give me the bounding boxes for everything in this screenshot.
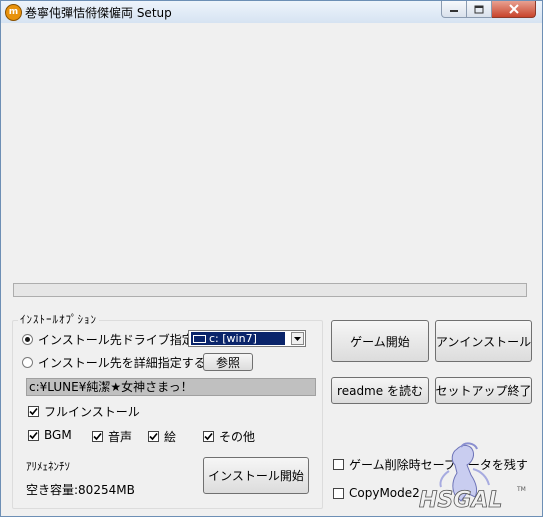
full-install-label: フルインストール xyxy=(44,405,140,419)
full-install-checkbox[interactable] xyxy=(28,406,39,417)
component-voice[interactable]: 音声 xyxy=(92,428,132,445)
copymode-checkbox[interactable] xyxy=(333,487,344,499)
other-checkbox[interactable] xyxy=(203,431,214,442)
logo-text: HSGAL xyxy=(419,488,502,513)
picture-checkbox[interactable] xyxy=(148,431,159,442)
component-picture[interactable]: 絵 xyxy=(148,428,176,445)
exit-setup-button[interactable]: セットアップ終了 xyxy=(435,377,532,404)
close-icon xyxy=(508,4,519,14)
bgm-checkbox[interactable] xyxy=(28,429,39,441)
radio-detail-row[interactable]: インストール先を詳細指定する xyxy=(22,354,206,371)
check-icon xyxy=(93,432,102,441)
component-other[interactable]: その他 xyxy=(203,428,255,445)
radio-detail-label: インストール先を詳細指定する xyxy=(38,356,206,370)
dropdown-arrow-button[interactable] xyxy=(291,332,304,345)
free-space-text: 空き容量:80254MB xyxy=(26,483,135,497)
title-bar[interactable]: m 巻寧伅彈恄偫傑僱両 Setup xyxy=(1,1,542,23)
check-icon xyxy=(204,432,213,441)
install-start-button[interactable]: インストール開始 xyxy=(203,457,309,494)
group-label: ｲﾝｽﾄｰﾙｵﾌﾟｼｮﾝ xyxy=(18,311,99,327)
check-icon xyxy=(29,407,38,416)
setup-window: m 巻寧伅彈恄偫傑僱両 Setup ｲﾝｽﾄｰﾙｵﾌﾟｼｮﾝ インストール先ドラ… xyxy=(0,0,543,517)
browse-button[interactable]: 参照 xyxy=(203,353,253,371)
client-area: ｲﾝｽﾄｰﾙｵﾌﾟｼｮﾝ インストール先ドライブ指定 c: [win7] インス… xyxy=(5,23,538,512)
maximize-button[interactable] xyxy=(467,1,492,18)
install-path-field: c:¥LUNE¥純潔★女神さまっ！ xyxy=(26,378,316,396)
minimize-icon xyxy=(450,10,458,12)
chevron-down-icon xyxy=(294,336,301,341)
drive-select-text: c: [win7] xyxy=(209,332,257,345)
drive-select[interactable]: c: [win7] xyxy=(188,330,306,347)
radio-detail[interactable] xyxy=(22,357,33,368)
component-bgm[interactable]: BGM xyxy=(28,428,72,442)
full-install-row[interactable]: フルインストール xyxy=(28,403,140,420)
check-icon xyxy=(29,431,38,439)
drive-icon xyxy=(193,334,206,343)
copymode-row[interactable]: CopyMode2 xyxy=(333,486,420,500)
logo-tm: TM xyxy=(516,486,526,493)
radio-drive-row[interactable]: インストール先ドライブ指定 xyxy=(22,331,194,348)
voice-checkbox[interactable] xyxy=(92,431,103,442)
install-progress-bar xyxy=(13,283,527,297)
picture-label: 絵 xyxy=(164,430,177,444)
keep-save-checkbox[interactable] xyxy=(333,459,344,470)
uninstall-button[interactable]: アンインストール xyxy=(435,320,532,362)
close-button[interactable] xyxy=(492,1,536,18)
bgm-label: BGM xyxy=(44,428,72,442)
radio-drive[interactable] xyxy=(22,334,33,345)
check-icon xyxy=(149,432,158,441)
voice-label: 音声 xyxy=(108,430,133,444)
minimize-button[interactable] xyxy=(441,1,467,18)
readme-button[interactable]: readme を読む xyxy=(331,377,429,404)
window-title: 巻寧伅彈恄偫傑僱両 Setup xyxy=(25,6,172,20)
drive-select-value: c: [win7] xyxy=(191,332,285,345)
maximize-icon xyxy=(474,5,484,13)
start-game-button[interactable]: ゲーム開始 xyxy=(331,320,429,362)
other-label: その他 xyxy=(219,430,256,444)
app-icon: m xyxy=(5,4,22,21)
caption-buttons xyxy=(441,1,536,18)
space-label: ｱﾘﾒｪﾈﾝﾁｿ xyxy=(26,460,70,473)
radio-drive-label: インストール先ドライブ指定 xyxy=(38,333,194,347)
hsgal-logo: HSGAL TM xyxy=(419,442,526,513)
